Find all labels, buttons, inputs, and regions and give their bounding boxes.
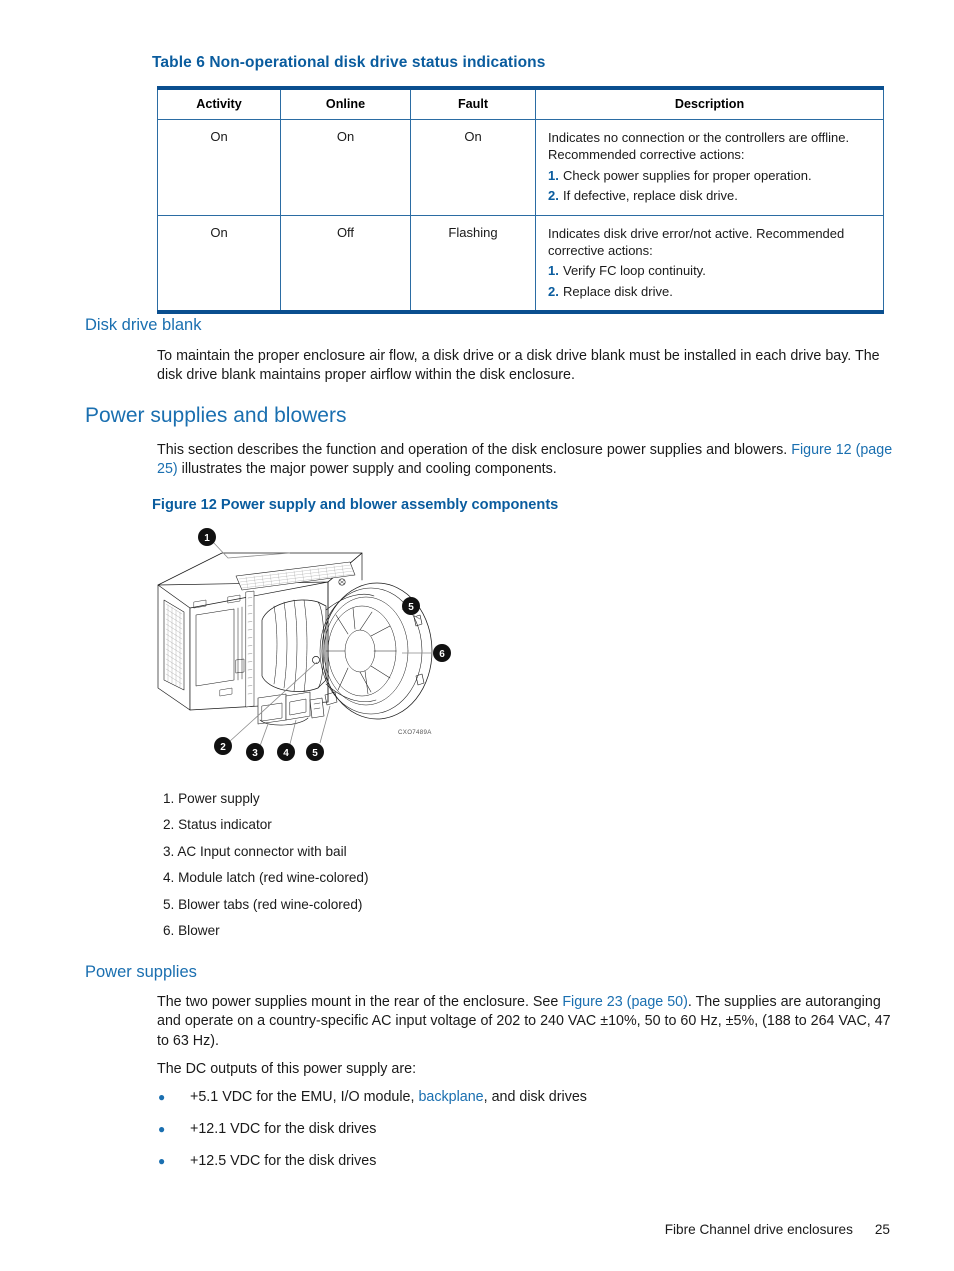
footer-chapter-title: Fibre Channel drive enclosures <box>664 1222 853 1237</box>
legend-item: 1. Power supply <box>163 791 260 806</box>
cell-description: Indicates disk drive error/not active. R… <box>535 215 884 315</box>
paragraph-text-part2: illustrates the major power supply and c… <box>177 461 557 478</box>
step-text: If defective, replace disk drive. <box>563 188 738 204</box>
list-item: ● +5.1 VDC for the EMU, I/O module, back… <box>158 1089 587 1105</box>
description-lead: Indicates disk drive error/not active. R… <box>548 225 845 258</box>
figure-23-link[interactable]: Figure 23 (page 50) <box>562 994 688 1010</box>
table-header-row: Activity Online Fault Description <box>157 86 884 120</box>
table-row: On Off Flashing Indicates disk drive err… <box>157 215 884 315</box>
svg-text:2: 2 <box>220 742 226 753</box>
paragraph-dc-outputs-intro: The DC outputs of this power supply are: <box>157 1061 417 1077</box>
cell-description: Indicates no connection or the controlle… <box>535 119 884 216</box>
svg-text:5: 5 <box>408 602 414 613</box>
paragraph-text-part1: The two power supplies mount in the rear… <box>157 994 563 1010</box>
figure-image-id: CXO7489A <box>398 729 432 736</box>
column-header-fault: Fault <box>410 86 536 120</box>
figure-caption: Figure 12 Power supply and blower assemb… <box>152 497 559 513</box>
heading-power-supplies-and-blowers: Power supplies and blowers <box>85 404 347 427</box>
table-title: Table 6 Non-operational disk drive statu… <box>152 54 546 71</box>
svg-text:3: 3 <box>252 748 258 759</box>
svg-text:1: 1 <box>204 533 210 544</box>
column-header-online: Online <box>280 86 411 120</box>
corrective-action-item: 2. If defective, replace disk drive. <box>548 187 873 205</box>
backplane-link[interactable]: backplane <box>418 1089 483 1105</box>
paragraph-text-part1: This section describes the function and … <box>157 442 788 458</box>
paragraph-disk-drive-blank: To maintain the proper enclosure air flo… <box>157 348 880 384</box>
list-item-text: +12.5 VDC for the disk drives <box>190 1153 377 1169</box>
table-row: On On On Indicates no connection or the … <box>157 119 884 216</box>
column-header-description: Description <box>535 86 884 120</box>
legend-item: 4. Module latch (red wine-colored) <box>163 870 369 886</box>
svg-text:5: 5 <box>312 748 318 759</box>
status-table: Activity Online Fault Description On On … <box>157 86 884 315</box>
step-number: 2. <box>548 188 559 204</box>
description-lead: Indicates no connection or the controlle… <box>548 130 850 163</box>
heading-disk-drive-blank: Disk drive blank <box>85 316 202 334</box>
cell-online: Off <box>280 215 411 315</box>
corrective-actions-list: 1. Check power supplies for proper operat… <box>548 167 873 205</box>
corrective-action-item: 1. Check power supplies for proper operat… <box>548 167 873 185</box>
cell-online: On <box>280 119 411 216</box>
cell-fault: On <box>410 119 536 216</box>
legend-item: 2. Status indicator <box>163 817 272 833</box>
svg-text:6: 6 <box>439 649 445 660</box>
corrective-actions-list: 1. Verify FC loop continuity. 2. Replace d… <box>548 262 873 300</box>
step-text: Replace disk drive. <box>563 283 673 299</box>
bullet-icon: ● <box>158 1154 166 1168</box>
step-text: Verify FC loop continuity. <box>563 263 706 279</box>
heading-power-supplies: Power supplies <box>85 963 197 981</box>
bullet-icon: ● <box>158 1090 166 1104</box>
list-item-text-after: , and disk drives <box>483 1089 587 1105</box>
page-footer: Fibre Channel drive enclosures 25 <box>0 1222 954 1237</box>
figure-legend: 1. Power supply 2. Status indicator 3. A… <box>163 791 369 951</box>
paragraph-power-supplies: The two power supplies mount in the rear… <box>157 993 899 1051</box>
column-header-activity: Activity <box>157 86 281 120</box>
document-page: Table 6 Non-operational disk drive statu… <box>0 0 954 1271</box>
list-item: ● +12.5 VDC for the disk drives <box>158 1153 587 1169</box>
step-number: 1. <box>548 263 559 279</box>
list-item-text: +12.1 VDC for the disk drives <box>190 1121 377 1137</box>
list-item-text-before: +5.1 VDC for the EMU, I/O module, <box>190 1089 419 1105</box>
legend-item: 6. Blower <box>163 923 220 939</box>
svg-text:4: 4 <box>283 748 289 759</box>
list-item: ● +12.1 VDC for the disk drives <box>158 1121 587 1137</box>
corrective-action-item: 1. Verify FC loop continuity. <box>548 262 873 280</box>
footer-page-number: 25 <box>874 1222 890 1237</box>
corrective-action-item: 2. Replace disk drive. <box>548 283 873 301</box>
list-item-text: +5.1 VDC for the EMU, I/O module, backpl… <box>190 1089 587 1105</box>
dc-outputs-list: ● +5.1 VDC for the EMU, I/O module, back… <box>158 1089 587 1185</box>
legend-item: 5. Blower tabs (red wine-colored) <box>163 896 363 912</box>
step-number: 2. <box>548 283 559 299</box>
legend-item: 3. AC Input connector with bail <box>163 843 347 859</box>
step-number: 1. <box>548 167 559 183</box>
cell-fault: Flashing <box>410 215 536 315</box>
cell-activity: On <box>157 119 281 216</box>
figure-power-supply-blower-illustration: 1 2 3 4 5 5 6 <box>150 520 480 775</box>
bullet-icon: ● <box>158 1122 166 1136</box>
step-text: Check power supplies for proper operatio… <box>563 167 812 183</box>
cell-activity: On <box>157 215 281 315</box>
paragraph-power-supplies-and-blowers: This section describes the function and … <box>157 441 902 480</box>
